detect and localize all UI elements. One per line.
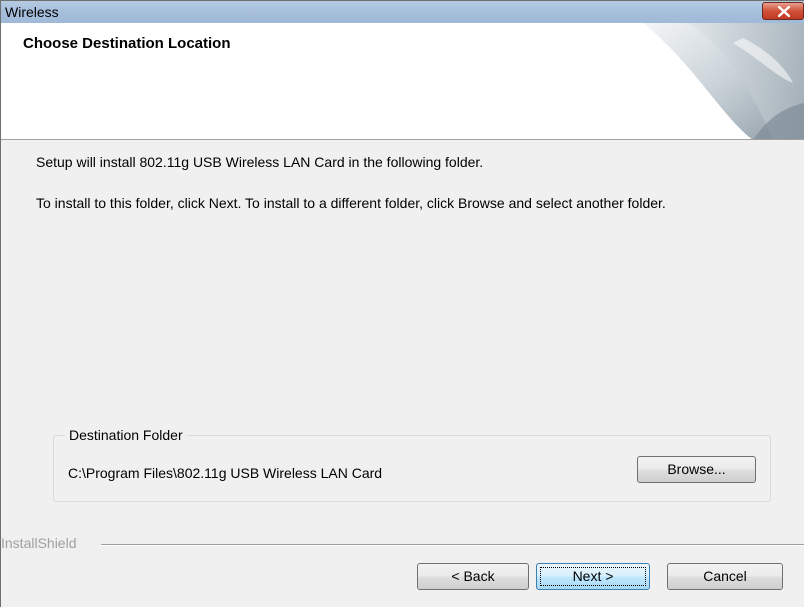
next-button-label: Next > xyxy=(572,568,614,584)
close-button[interactable] xyxy=(762,2,804,20)
page-curl-graphic xyxy=(643,23,804,139)
browse-button[interactable]: Browse... xyxy=(637,456,756,483)
title-bar[interactable]: Wireless xyxy=(1,1,804,23)
close-icon xyxy=(778,6,790,17)
header-banner: Choose Destination Location xyxy=(1,23,804,140)
separator-rule xyxy=(101,544,804,546)
cancel-button-label: Cancel xyxy=(703,568,747,584)
installshield-label: InstallShield xyxy=(1,535,83,551)
window-title: Wireless xyxy=(5,4,59,20)
page-title: Choose Destination Location xyxy=(23,35,231,52)
next-button[interactable]: Next > xyxy=(536,563,650,590)
destination-folder-legend: Destination Folder xyxy=(65,427,187,443)
cancel-button[interactable]: Cancel xyxy=(667,563,783,590)
install-instructions-text: To install to this folder, click Next. T… xyxy=(36,195,666,211)
installshield-separator: InstallShield xyxy=(1,535,804,555)
back-button-label: < Back xyxy=(451,568,495,584)
installer-window: Wireless Choose Destination Location Set… xyxy=(0,0,804,607)
install-info-text: Setup will install 802.11g USB Wireless … xyxy=(36,154,484,170)
back-button[interactable]: < Back xyxy=(417,563,529,590)
destination-path: C:\Program Files\802.11g USB Wireless LA… xyxy=(68,465,383,481)
